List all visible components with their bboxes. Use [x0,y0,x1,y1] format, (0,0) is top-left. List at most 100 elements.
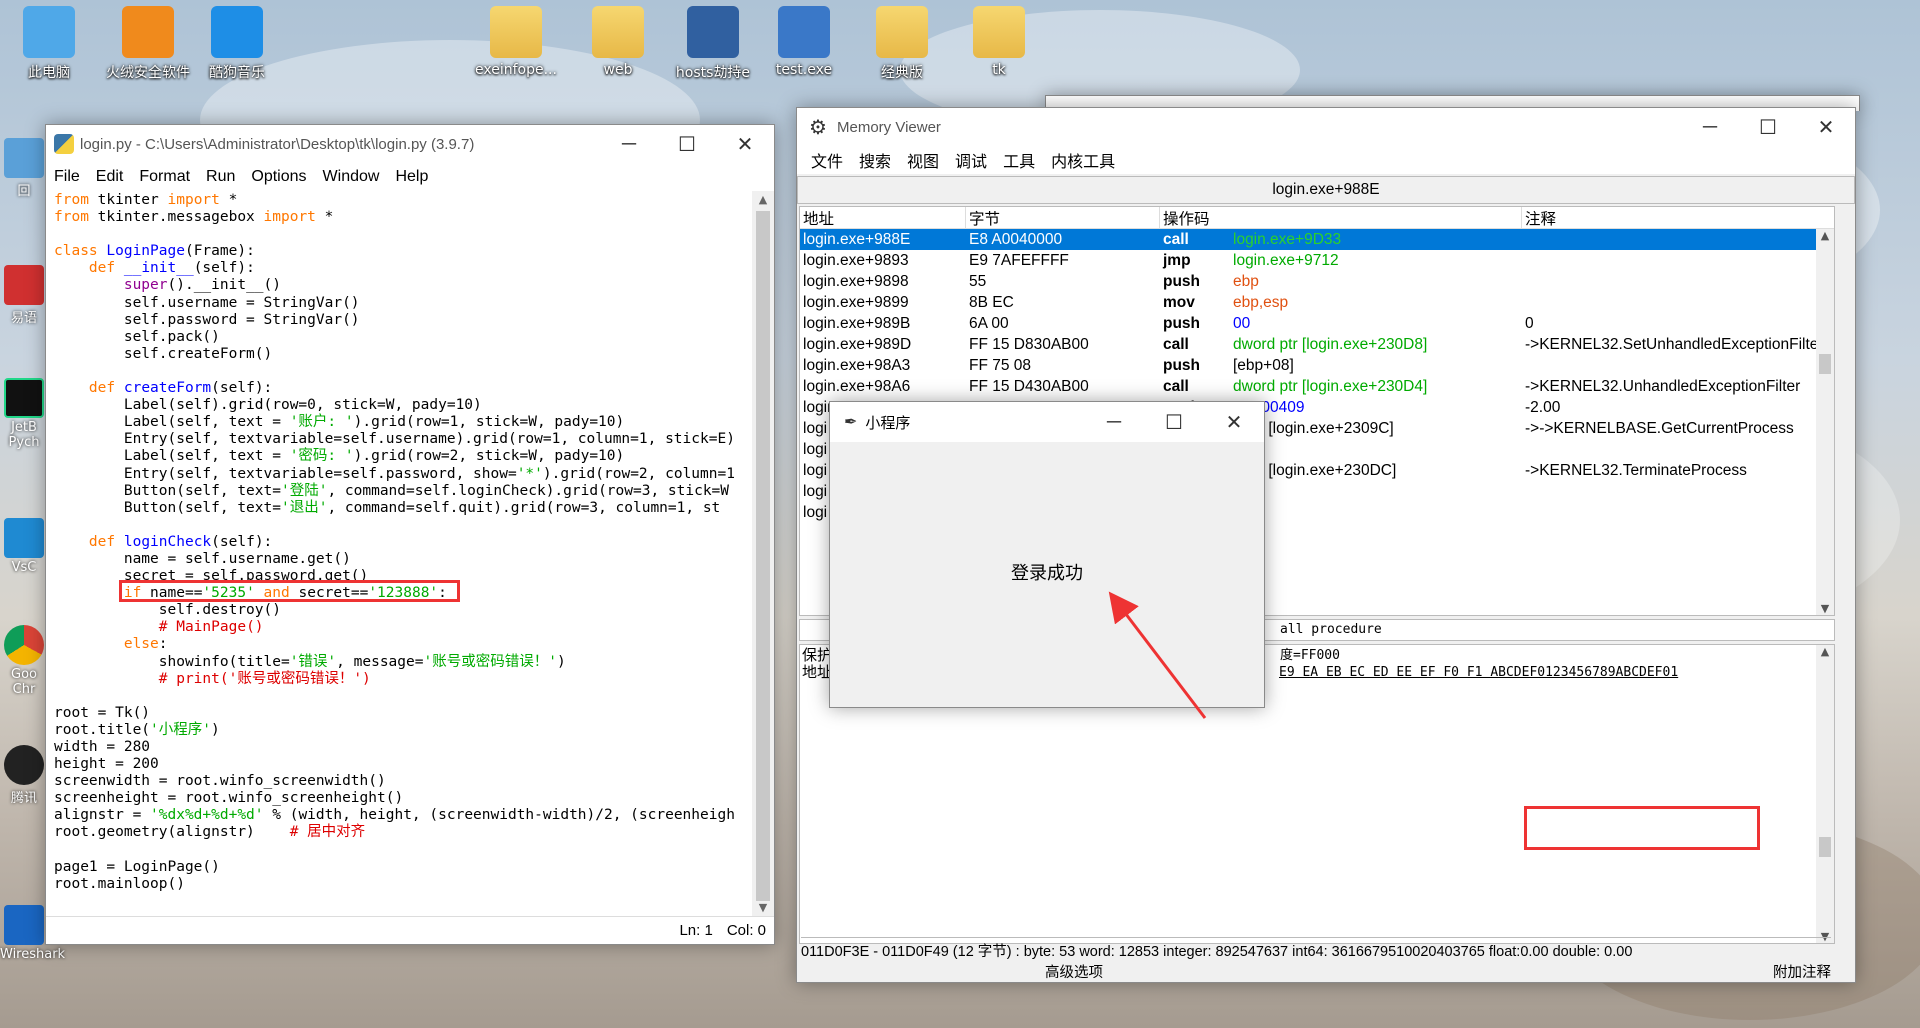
disasm-row[interactable]: login.exe+989B 6A 00 push 00 0 [800,313,1834,334]
mv-titlebar[interactable]: ⚙ Memory Viewer ─ ☐ ✕ [797,108,1855,146]
desktop-icon-label: 酷狗音乐 [209,65,265,81]
row-comment: ->->KERNELBASE.GetCurrentProcess [1525,419,1794,437]
desktop-icon-label: test.exe [775,62,833,78]
code-line-18: Button(self, text='登陆', command=self.log… [54,482,730,499]
code-line-4: class LoginPage(Frame): [54,243,255,260]
row-comment: ->KERNEL32.UnhandledExceptionFilter [1525,377,1801,395]
scroll-thumb[interactable] [1819,837,1831,857]
col-bytes[interactable]: 字节 [966,206,1160,229]
editor-scrollbar[interactable]: ▲ ▼ [752,191,774,916]
wireshark-fin-icon [4,905,44,945]
row-opcode: call [1163,335,1189,353]
menu-tools[interactable]: 工具 [995,148,1043,172]
menu-file[interactable]: 文件 [803,148,851,172]
menu-help[interactable]: Help [387,168,436,186]
idle-status-bar: Ln: 1 Col: 0 [46,916,774,944]
menu-debug[interactable]: 调试 [947,148,995,172]
scroll-up-arrow-icon[interactable]: ▲ [1816,229,1834,242]
disasm-row[interactable]: login.exe+9899 8B EC mov ebp,esp [800,292,1834,313]
row-args: d ptr [login.exe+230DC] [1233,461,1397,479]
code-line-27: else: [123,636,168,653]
scroll-down-arrow-icon[interactable]: ▼ [752,901,774,914]
menu-view[interactable]: 视图 [899,148,947,172]
desktop-icon[interactable]: tk [957,6,1041,78]
maximize-button[interactable]: ☐ [1739,108,1797,146]
code-highlight-box [119,580,460,602]
code-line-2: from tkinter.messagebox import * [54,209,334,226]
code-line-25: self.destroy() [54,602,281,619]
menu-run[interactable]: Run [198,168,243,186]
disasm-row[interactable]: login.exe+9893 E9 7AFEFFFF jmp login.exe+97… [800,250,1834,271]
scroll-down-arrow-icon[interactable]: ▼ [1816,602,1834,615]
row-args: dword ptr [login.exe+230D4] [1233,377,1428,395]
scroll-up-arrow-icon[interactable]: ▲ [1816,645,1834,658]
close-button[interactable]: ✕ [716,125,774,163]
scroll-up-arrow-icon[interactable]: ▲ [752,193,774,206]
row-args: C0000409 [1233,398,1305,416]
col-address[interactable]: 地址 [800,206,966,229]
folder-icon [592,6,644,58]
close-button[interactable]: ✕ [1204,403,1264,441]
maximize-button[interactable]: ☐ [658,125,716,163]
desktop-icon[interactable]: test.exe [762,6,846,78]
hex-scrollbar[interactable]: ▲ ▼ [1816,645,1834,943]
menu-edit[interactable]: Edit [88,168,132,186]
hex-protect-label: 保护 [802,647,833,664]
disasm-address-bar[interactable]: login.exe+988E [797,176,1855,204]
idle-editor-window: login.py - C:\Users\Administrator\Deskto… [45,124,775,945]
code-line-13: Label(self).grid(row=0, stick=W, pady=10… [54,397,482,414]
minimize-button[interactable]: ─ [600,125,658,163]
scroll-thumb[interactable] [756,211,770,901]
code-editor[interactable]: from tkinter import * from tkinter.messa… [54,192,748,914]
desktop-icon-pycharm[interactable]: JetB Pych [0,378,48,450]
desktop-icon-wireshark[interactable]: Wireshark [0,905,65,962]
add-comment-button[interactable]: 附加注释 [1773,961,1831,982]
disasm-row[interactable]: login.exe+988E E8 A0040000 call login.exe+9… [800,229,1834,250]
close-button[interactable]: ✕ [1797,108,1855,146]
code-line-17: Entry(self, textvariable=self.password, … [54,465,735,482]
col-comment[interactable]: 注释 [1522,207,1834,229]
desktop-icon[interactable]: web [576,6,660,78]
desktop-icon-label: 火绒安全软件 [106,65,190,81]
desktop-icon-recycle-bin[interactable]: 回 [0,138,48,199]
desktop-icon[interactable]: 火绒安全软件 [106,6,190,82]
idle-titlebar[interactable]: login.py - C:\Users\Administrator\Deskto… [46,125,774,163]
desktop-icon-easy-lang[interactable]: 易语 [0,265,48,326]
disasm-row[interactable]: login.exe+98A3 FF 75 08 push [ebp+08] [800,355,1834,376]
code-line-12: def createForm(self): [88,380,273,397]
disasm-scrollbar[interactable]: ▲ ▼ [1816,229,1834,615]
disasm-row[interactable]: login.exe+98A6 FF 15 D430AB00 call dword pt… [800,376,1834,397]
menu-window[interactable]: Window [315,168,388,186]
desktop-icon[interactable]: hosts劫持e [671,6,755,82]
desktop-icon[interactable]: 酷狗音乐 [195,6,279,82]
popup-titlebar[interactable]: ✒ 小程序 ─ ☐ ✕ [830,402,1264,442]
minimize-button[interactable]: ─ [1084,403,1144,441]
desktop-icon-qq[interactable]: 腾讯 [0,745,48,806]
disasm-row[interactable]: login.exe+989D FF 15 D830AB00 call dword pt… [800,334,1834,355]
menu-format[interactable]: Format [131,168,198,186]
desktop-icon[interactable]: 经典版 [860,6,944,82]
menu-file[interactable]: File [46,168,88,186]
row-opcode: push [1163,314,1201,332]
code-line-19: Button(self, text='退出', command=self.qui… [54,499,721,516]
row-args: d ptr [login.exe+2309C] [1233,419,1394,437]
col-opcode[interactable]: 操作码 [1160,206,1522,229]
code-line-8: self.password = StringVar() [54,311,360,328]
desktop-icon-vscode[interactable]: VsC [0,518,48,575]
desktop-icon[interactable]: 此电脑 [7,6,91,82]
advanced-options-button[interactable]: 高级选项 [1045,961,1103,982]
folder-icon [876,6,928,58]
menu-search[interactable]: 搜索 [851,148,899,172]
menu-options[interactable]: Options [243,168,314,186]
desktop-icon-label: exeinfope... [475,62,557,78]
desktop-icon[interactable]: exeinfope... [474,6,558,78]
minimize-button[interactable]: ─ [1681,108,1739,146]
kugou-icon [211,6,263,58]
maximize-button[interactable]: ☐ [1144,403,1204,441]
row-args: ebp [1233,272,1259,290]
menu-kernel-tools[interactable]: 内核工具 [1043,148,1123,172]
desktop-icon-chrome[interactable]: Goo Chr [0,625,48,697]
disasm-row[interactable]: login.exe+9898 55 push ebp [800,271,1834,292]
scroll-thumb[interactable] [1819,354,1831,374]
code-line-34: height = 200 [54,756,159,773]
